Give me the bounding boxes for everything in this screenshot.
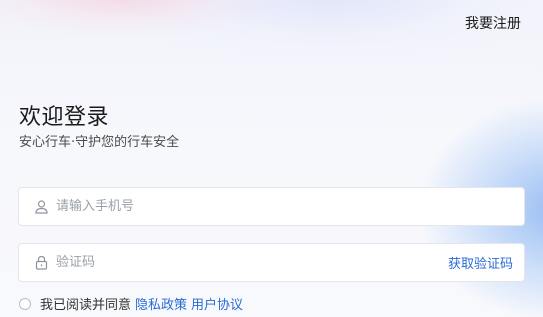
lock-icon — [34, 255, 48, 271]
user-icon — [34, 199, 48, 215]
phone-input[interactable] — [56, 188, 524, 225]
agreement-text: 我已阅读并同意 — [40, 298, 132, 313]
page-title: 欢迎登录 — [19, 105, 110, 130]
code-field[interactable]: 获取验证码 — [18, 243, 525, 282]
user-agreement-link[interactable]: 用户协议 — [191, 294, 243, 313]
phone-field[interactable] — [18, 187, 525, 226]
login-page: 我要注册 欢迎登录 安心行车·守护您的行车安全 获取验证码 我已阅读并同意 隐私… — [0, 0, 543, 317]
agreement-radio[interactable] — [19, 297, 31, 310]
agreement-row: 我已阅读并同意 隐私政策 用户协议 — [19, 294, 243, 313]
privacy-policy-link[interactable]: 隐私政策 — [135, 294, 187, 313]
get-code-button[interactable]: 获取验证码 — [448, 253, 513, 272]
register-link[interactable]: 我要注册 — [465, 13, 521, 33]
page-subtitle: 安心行车·守护您的行车安全 — [19, 135, 180, 150]
code-input[interactable] — [56, 244, 448, 281]
